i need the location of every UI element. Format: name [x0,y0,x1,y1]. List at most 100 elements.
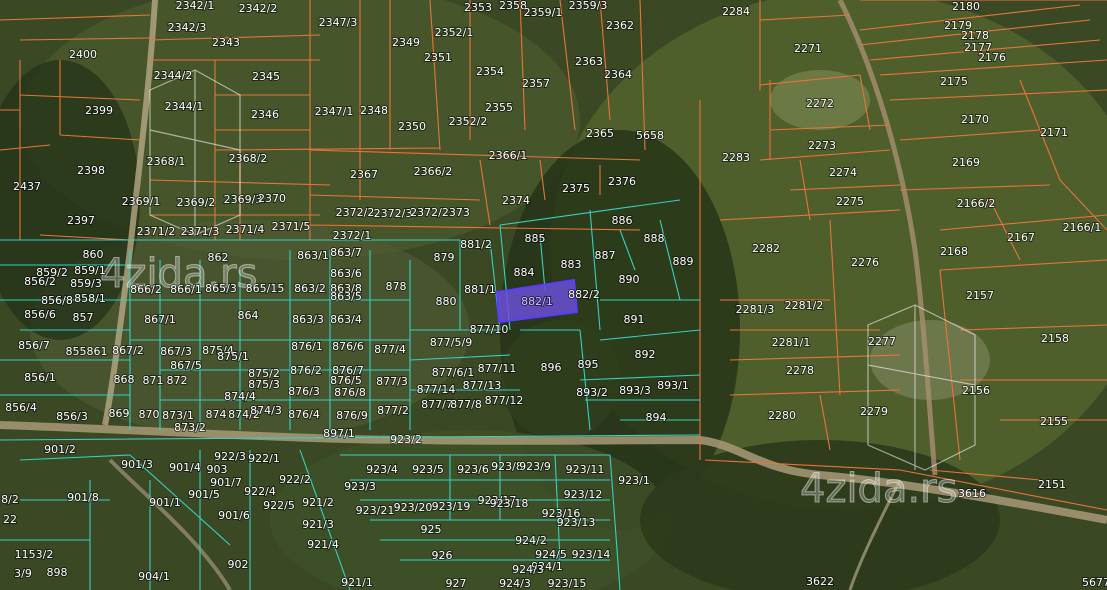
parcel-label[interactable]: 2272 [805,96,835,111]
parcel-label[interactable]: 922/2 [278,472,312,487]
parcel-label[interactable]: 2359/1 [523,5,564,20]
parcel-label[interactable]: 877/7 [420,397,454,412]
parcel-label[interactable]: 923/9 [518,459,552,474]
parcel-label[interactable]: 2343 [211,35,241,50]
parcel-label[interactable]: 923/14 [571,547,612,562]
parcel-label[interactable]: 2342/2 [238,1,279,16]
parcel-label[interactable]: 890 [618,272,641,287]
parcel-label[interactable]: 865/15 [245,281,286,296]
parcel-label[interactable]: 2279 [859,404,889,419]
parcel-label[interactable]: 923/3 [343,479,377,494]
parcel-label[interactable]: 2168 [939,244,969,259]
parcel-label[interactable]: 2281/3 [735,302,776,317]
parcel-label[interactable]: 857 [72,310,95,325]
parcel-label[interactable]: 876/3 [287,384,321,399]
parcel-label[interactable]: 923/1 [617,473,651,488]
parcel-label[interactable]: 881/2 [459,237,493,252]
parcel-label[interactable]: 876/1 [290,339,324,354]
parcel-label[interactable]: 923/13 [556,515,597,530]
parcel-label[interactable]: 2345 [251,69,281,84]
parcel-label[interactable]: 2175 [939,74,969,89]
parcel-label[interactable]: 2157 [965,288,995,303]
parcel-label[interactable]: 2354 [475,64,505,79]
parcel-label[interactable]: 2366/1 [488,148,529,163]
parcel-label[interactable]: 883 [560,257,583,272]
parcel-label[interactable]: 877/3 [375,374,409,389]
parcel-label[interactable]: 882/2 [567,287,601,302]
parcel-label[interactable]: 2351 [423,50,453,65]
parcel-label[interactable]: 2284 [721,4,751,19]
parcel-label[interactable]: 923/2 [389,432,423,447]
parcel-label[interactable]: 2283 [721,150,751,165]
parcel-label[interactable]: 856/7 [17,338,51,353]
parcel-label[interactable]: 923/19 [431,499,472,514]
parcel-label[interactable]: 876/6 [331,339,365,354]
parcel-label[interactable]: 922/3 [213,449,247,464]
parcel-label[interactable]: 2357 [521,76,551,91]
parcel-label[interactable]: 868 [113,372,136,387]
parcel-label[interactable]: 893/1 [656,378,690,393]
parcel-label[interactable]: 856/6 [23,307,57,322]
parcel-label[interactable]: 901/6 [217,508,251,523]
parcel-label[interactable]: 2176 [977,50,1007,65]
parcel-label[interactable]: 2364 [603,67,633,82]
parcel-label[interactable]: 874 [205,407,228,422]
parcel-label[interactable]: 22 [2,512,18,527]
parcel-label[interactable]: 885 [524,231,547,246]
parcel-label[interactable]: 898 [46,565,69,580]
parcel-label[interactable]: 923/20 [393,500,434,515]
parcel-label[interactable]: 5677 [1081,575,1107,590]
parcel-label[interactable]: 927 [445,576,468,590]
parcel-label[interactable]: 863/1 [296,248,330,263]
parcel-label[interactable]: 2271 [793,41,823,56]
parcel-label[interactable]: 925 [420,522,443,537]
parcel-label[interactable]: 2350 [397,119,427,134]
parcel-label[interactable]: 877/13 [462,378,503,393]
parcel-label[interactable]: 872 [166,373,189,388]
parcel-label[interactable]: 859/1 [73,263,107,278]
parcel-label[interactable]: 2353 [463,0,493,15]
parcel-label[interactable]: 2371/2 [136,224,177,239]
parcel-label[interactable]: 877/6/1 [431,365,475,380]
parcel-label[interactable]: 2369/1 [121,194,162,209]
parcel-label[interactable]: 2363 [574,54,604,69]
parcel-label[interactable]: 2280 [767,408,797,423]
parcel-label[interactable]: 2368/2 [228,151,269,166]
parcel-label[interactable]: 877/8 [449,397,483,412]
parcel-label[interactable]: 2277 [867,334,897,349]
parcel-label[interactable]: 876/9 [335,408,369,423]
parcel-label[interactable]: 2342/3 [167,20,208,35]
parcel-label[interactable]: 2275 [835,194,865,209]
parcel-label[interactable]: 858/1 [73,291,107,306]
parcel-label[interactable]: 2282 [751,241,781,256]
parcel-label[interactable]: 2349 [391,35,421,50]
parcel-label[interactable]: 2397 [66,213,96,228]
parcel-label[interactable]: 924/3 [498,576,532,590]
parcel-label[interactable]: 891 [623,312,646,327]
parcel-label[interactable]: 2369/3 [223,192,264,207]
parcel-label[interactable]: 867/2 [111,343,145,358]
parcel-label[interactable]: 879 [433,250,456,265]
parcel-label[interactable]: 867/5 [169,358,203,373]
parcel-label[interactable]: 2346 [250,107,280,122]
parcel-label[interactable]: 2368/1 [146,154,187,169]
parcel-label[interactable]: 893/3 [618,383,652,398]
parcel-label[interactable]: 861 [86,344,109,359]
parcel-label[interactable]: 923/6 [456,462,490,477]
parcel-label[interactable]: 875/1 [216,349,250,364]
parcel-label[interactable]: 2352/1 [434,25,475,40]
parcel-label[interactable]: 877/10 [469,322,510,337]
parcel-label[interactable]: 2171 [1039,125,1069,140]
parcel-label[interactable]: 2376 [607,174,637,189]
parcel-label[interactable]: 922/4 [243,484,277,499]
parcel-label[interactable]: 886 [611,213,634,228]
parcel-label[interactable]: 863/7 [329,245,363,260]
parcel-label[interactable]: 855 [65,344,88,359]
parcel-label[interactable]: 926 [431,548,454,563]
parcel-label[interactable]: 923/4 [365,462,399,477]
parcel-label[interactable]: 904/1 [137,569,171,584]
parcel-label[interactable]: 870 [138,407,161,422]
parcel-label[interactable]: 2372/3 [373,206,414,221]
parcel-label[interactable]: 2344/1 [164,99,205,114]
parcel-label[interactable]: 888 [643,231,666,246]
